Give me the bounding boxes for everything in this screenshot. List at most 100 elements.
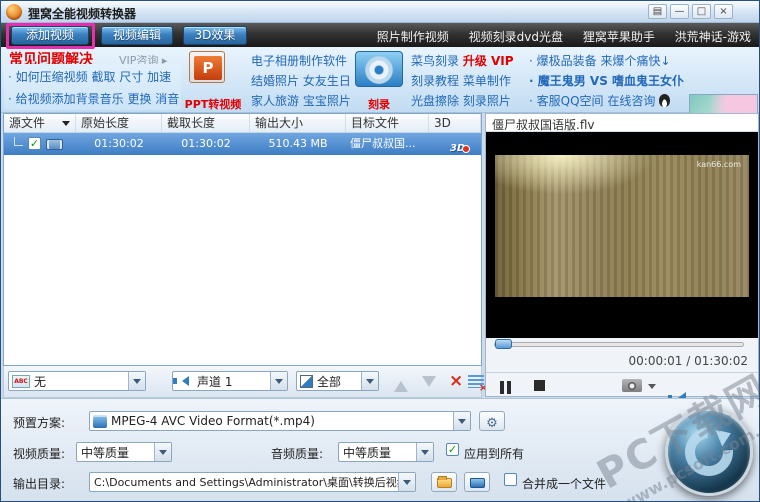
video-watermark: kan66.com <box>696 160 741 169</box>
dvd-disc-icon <box>365 56 393 84</box>
filter-select[interactable]: 全部 <box>296 371 379 391</box>
effect-3d-button[interactable]: 3D效果 <box>183 26 247 45</box>
row-target-file: 僵尸叔叔国... <box>350 137 416 150</box>
album-link-2[interactable]: 结婚照片 女友生日 <box>251 72 351 89</box>
playback-controls <box>486 372 758 415</box>
browse-folder-button[interactable] <box>431 472 457 492</box>
video-quality-select[interactable]: 中等质量 <box>76 442 172 462</box>
minimize-button[interactable]: — <box>670 4 689 19</box>
stop-button[interactable] <box>534 380 545 391</box>
clear-list-icon[interactable] <box>468 375 488 394</box>
top-nav-links: 照片制作视频 视频刻录dvd光盘 狸窝苹果助手 洪荒神话-游戏 <box>361 28 751 45</box>
audio-track-select[interactable]: 声道 1 <box>172 371 288 391</box>
merge-label: 合并成一个文件 <box>522 477 607 491</box>
audio-quality-label: 音频质量: <box>271 447 324 461</box>
seek-bar[interactable] <box>494 342 744 347</box>
row-cut-length: 01:30:02 <box>181 137 231 150</box>
album-link-3[interactable]: 家人旅游 宝宝照片 <box>251 92 351 109</box>
qq-icon <box>659 94 671 107</box>
output-dir-dropdown-icon[interactable] <box>398 473 415 491</box>
output-settings-panel: 预置方案: MPEG-4 AVC Video Format(*.mp4) ⚙ 视… <box>1 398 759 501</box>
seek-handle[interactable] <box>495 339 512 349</box>
nav-apple-assistant[interactable]: 狸窝苹果助手 <box>583 30 655 44</box>
preset-label: 预置方案: <box>13 416 66 430</box>
faq-box: · 如何压缩视频 截取 尺寸 加速 · 给视频添加背景音乐 更换 消音 <box>4 64 181 110</box>
window-title: 狸窝全能视频转换器 <box>28 7 137 21</box>
column-header-output-size[interactable]: 输出大小 <box>250 114 346 133</box>
column-header-cut-length[interactable]: 截取长度 <box>162 114 250 133</box>
preview-filename: 僵尸叔叔国语版.flv <box>486 114 758 132</box>
burn-link-3[interactable]: 光盘擦除 刻录照片 <box>411 92 511 109</box>
filter-value: 全部 <box>317 374 342 389</box>
tree-connector <box>14 137 23 146</box>
audio-quality-dropdown-icon[interactable] <box>416 443 433 461</box>
preset-dropdown-icon[interactable] <box>453 412 470 430</box>
preview-panel: 僵尸叔叔国语版.flv kan66.com 00:00:01 / 01:30:0… <box>485 113 759 415</box>
open-output-folder-button[interactable] <box>464 472 490 492</box>
faq-link-2[interactable]: · 给视频添加背景音乐 更换 消音 <box>4 85 181 107</box>
nav-burn-dvd[interactable]: 视频刻录dvd光盘 <box>469 30 563 44</box>
column-header-target-file[interactable]: 目标文件 <box>346 114 429 133</box>
annotation-highlight-box <box>6 23 95 49</box>
pause-button[interactable] <box>500 379 511 398</box>
snapshot-dropdown-icon[interactable] <box>648 384 656 393</box>
audio-quality-value: 中等质量 <box>343 445 392 460</box>
subtitle-abc-icon: ABC <box>12 374 30 388</box>
upgrade-vip-link[interactable]: 升级 VIP <box>463 54 514 68</box>
delete-file-icon[interactable]: × <box>449 372 463 390</box>
output-dir-select[interactable]: C:\Documents and Settings\Administrator\… <box>89 472 416 492</box>
column-header-3d[interactable]: 3D <box>429 114 481 133</box>
folder-icon <box>469 478 485 488</box>
video-frame: kan66.com <box>495 155 749 297</box>
subtitle-dropdown-icon[interactable] <box>128 372 145 390</box>
table-row[interactable]: ✓ 01:30:02 01:30:02 510.43 MB 僵尸叔叔国... 3… <box>4 133 481 155</box>
effects-toolbar: ABC 无 声道 1 全部 × <box>3 366 488 398</box>
maximize-button[interactable]: □ <box>692 4 711 19</box>
app-window: 狸窝全能视频转换器 ▤ — □ × 添加视频 视频编辑 3D效果 照片制作视频 … <box>0 0 760 502</box>
output-dir-value: C:\Documents and Settings\Administrator\… <box>94 476 398 489</box>
filter-icon <box>300 374 313 388</box>
audio-dropdown-icon[interactable] <box>270 372 287 390</box>
row-3d-icon[interactable]: 3D <box>450 136 470 155</box>
move-up-icon[interactable] <box>394 374 408 392</box>
snapshot-camera-icon[interactable] <box>622 379 642 392</box>
apply-all-label: 应用到所有 <box>464 447 525 461</box>
open-folder-icon <box>436 476 452 488</box>
row-checkbox[interactable]: ✓ <box>28 137 41 150</box>
audio-track-value: 声道 1 <box>197 374 233 389</box>
preset-format-icon <box>93 414 107 428</box>
video-display[interactable]: kan66.com <box>486 132 758 338</box>
menu-icon[interactable]: ▤ <box>648 4 667 19</box>
dvd-icon[interactable] <box>355 51 403 87</box>
nav-photo-to-video[interactable]: 照片制作视频 <box>377 30 449 44</box>
burn-link-1[interactable]: 菜鸟刻录 升级 VIP <box>411 52 514 69</box>
ppt-caption-link[interactable]: PPT转视频 <box>183 96 243 112</box>
preset-value: MPEG-4 AVC Video Format(*.mp4) <box>111 414 315 428</box>
preset-settings-button[interactable]: ⚙ <box>479 411 505 431</box>
subtitle-select[interactable]: ABC 无 <box>8 371 146 391</box>
ppt-icon[interactable]: P <box>189 51 225 83</box>
video-edit-button[interactable]: 视频编辑 <box>101 26 173 45</box>
game-link-3[interactable]: · 客服QQ空间 在线咨询 <box>529 92 671 109</box>
audio-quality-select[interactable]: 中等质量 <box>338 442 434 462</box>
burn-link-2[interactable]: 刻录教程 菜单制作 <box>411 72 511 89</box>
faq-link-1[interactable]: · 如何压缩视频 截取 尺寸 加速 <box>4 64 181 85</box>
nav-game[interactable]: 洪荒神话-游戏 <box>675 30 751 44</box>
video-quality-dropdown-icon[interactable] <box>154 443 171 461</box>
column-header-original-length[interactable]: 原始长度 <box>76 114 162 133</box>
preset-select[interactable]: MPEG-4 AVC Video Format(*.mp4) <box>89 411 471 431</box>
title-bar: 狸窝全能视频转换器 ▤ — □ × <box>1 1 759 23</box>
output-dir-label: 输出目录: <box>13 477 66 491</box>
close-button[interactable]: × <box>714 4 733 19</box>
game-link-1[interactable]: · 爆极品装备 来爆个痛快↓ <box>529 52 671 69</box>
apply-all-checkbox[interactable]: ✓ <box>446 443 459 456</box>
album-link-1[interactable]: 电子相册制作软件 <box>251 52 347 69</box>
merge-checkbox[interactable] <box>504 473 517 486</box>
ppt-letter: P <box>194 56 222 80</box>
move-down-icon[interactable] <box>422 376 436 394</box>
convert-button[interactable] <box>665 408 753 496</box>
game-link-2[interactable]: · 魔王鬼男 VS 嗜血鬼王女仆 <box>529 72 684 89</box>
filter-dropdown-icon[interactable] <box>361 372 378 390</box>
playback-time: 00:00:01 / 01:30:02 <box>628 354 748 368</box>
wrench-icon: ⚙ <box>486 416 498 431</box>
